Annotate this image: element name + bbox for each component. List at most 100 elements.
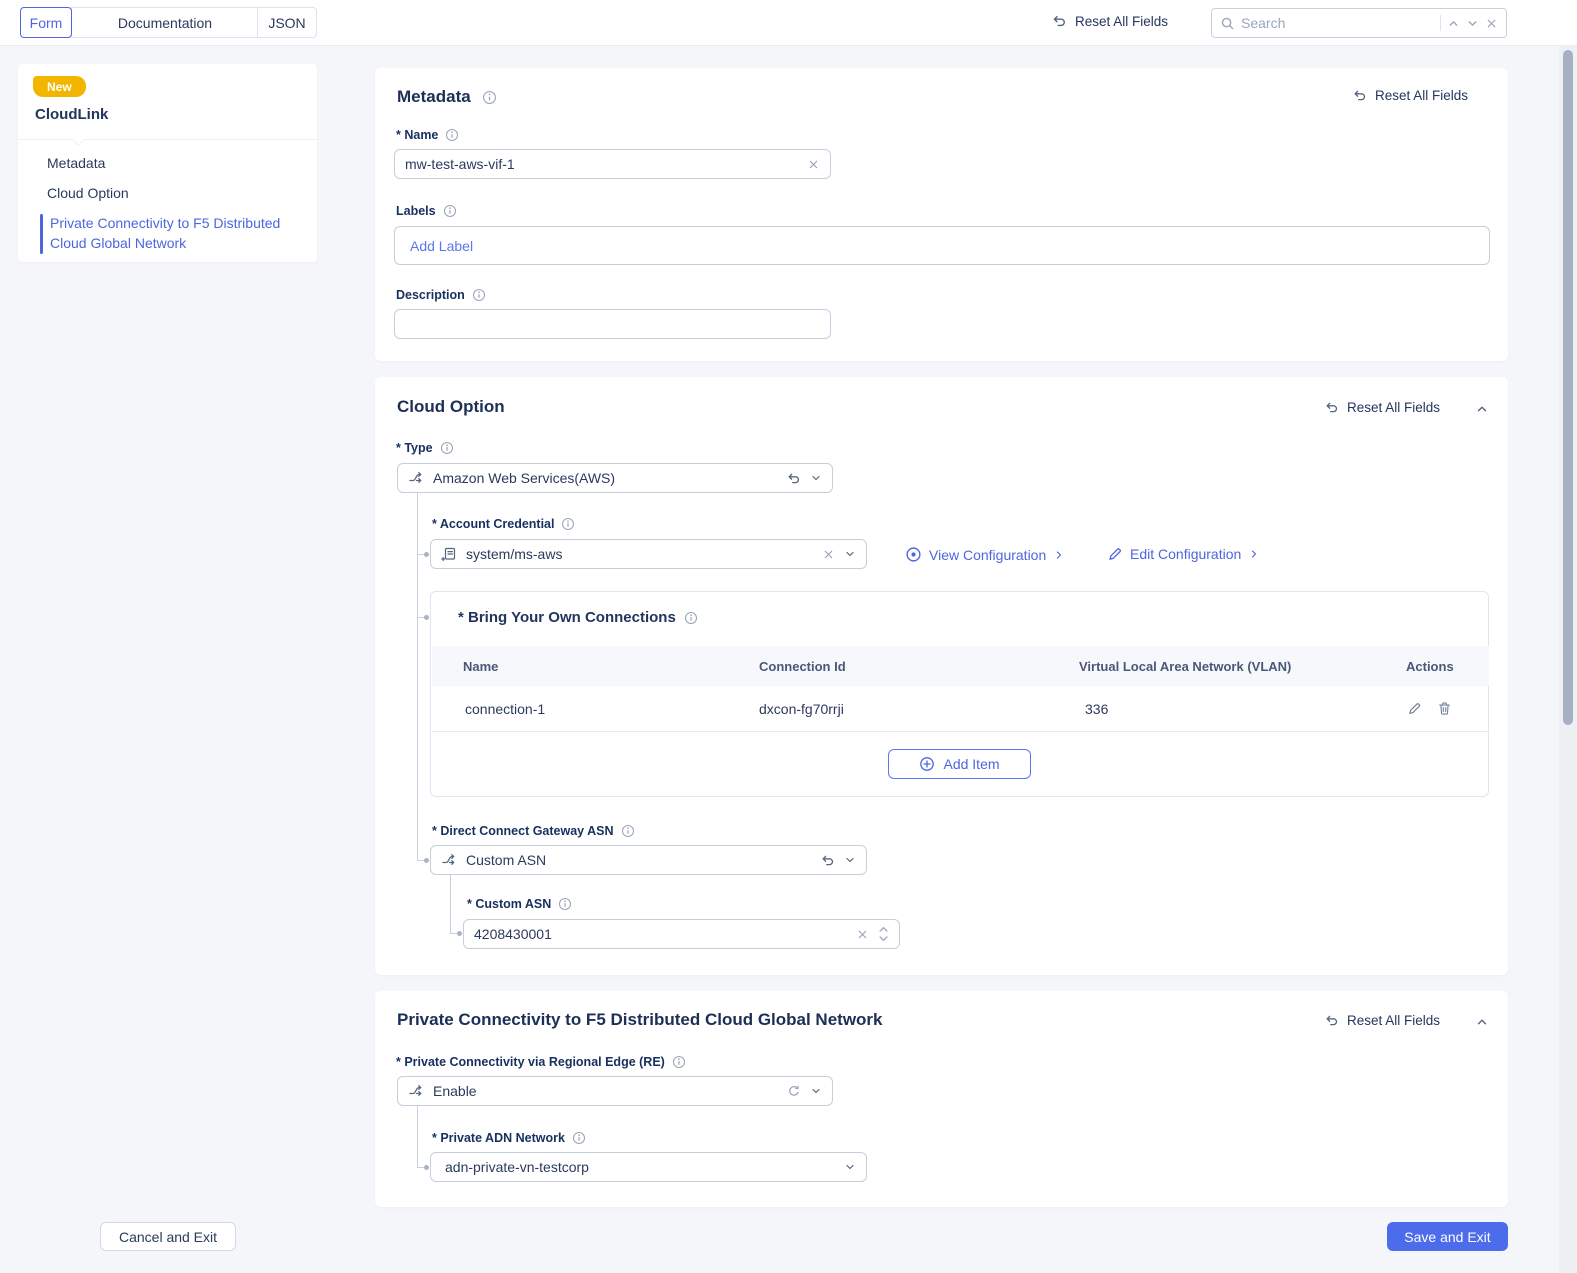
- account-credential-select[interactable]: system/ms-aws: [430, 539, 867, 569]
- form-nav-sidebar: New CloudLink Metadata Cloud Option Priv…: [18, 64, 317, 262]
- field-reset-undo-icon[interactable]: [786, 471, 801, 486]
- add-item-label: Add Item: [943, 756, 1000, 772]
- info-icon[interactable]: [482, 90, 497, 105]
- collapse-chevron-up-icon[interactable]: [1475, 1015, 1489, 1029]
- info-icon[interactable]: [558, 897, 572, 911]
- name-input[interactable]: [405, 156, 798, 172]
- sidebar-item-private-connectivity-label: Private Connectivity to F5 Distributed C…: [50, 215, 281, 251]
- info-icon[interactable]: [684, 611, 698, 625]
- cancel-and-exit-button[interactable]: Cancel and Exit: [100, 1222, 236, 1251]
- tab-json[interactable]: JSON: [257, 7, 317, 38]
- sidebar-item-metadata-label: Metadata: [47, 155, 106, 171]
- clear-icon[interactable]: [856, 928, 869, 941]
- clear-icon[interactable]: [807, 158, 820, 171]
- chevron-right-icon: [1053, 549, 1065, 561]
- dcgw-asn-select[interactable]: Custom ASN: [430, 845, 867, 875]
- description-input[interactable]: [405, 316, 820, 332]
- sidebar-item-cloud-option[interactable]: Cloud Option: [47, 185, 129, 201]
- chevron-down-icon[interactable]: [844, 1161, 856, 1173]
- byoc-title-text: * Bring Your Own Connections: [458, 609, 676, 626]
- name-label-text: * Name: [396, 128, 439, 142]
- add-item-button[interactable]: Add Item: [888, 749, 1031, 779]
- plus-circle-icon: [919, 756, 935, 772]
- column-header-name: Name: [463, 659, 499, 674]
- regional-edge-label: * Private Connectivity via Regional Edge…: [396, 1055, 686, 1069]
- delete-row-trash-icon[interactable]: [1437, 701, 1452, 716]
- name-field-label: * Name: [396, 128, 459, 142]
- private-connectivity-reset-label: Reset All Fields: [1347, 1013, 1441, 1028]
- number-stepper[interactable]: [878, 925, 889, 943]
- labels-input-area[interactable]: Add Label: [394, 226, 1490, 265]
- sidebar-item-cloud-option-label: Cloud Option: [47, 185, 129, 201]
- metadata-reset-all-fields[interactable]: Reset All Fields: [1352, 88, 1468, 103]
- byoc-table-header: Name Connection Id Virtual Local Area Ne…: [432, 646, 1489, 686]
- column-header-actions: Actions: [1406, 659, 1454, 674]
- adn-network-select[interactable]: adn-private-vn-testcorp: [430, 1152, 867, 1182]
- scrollbar-thumb[interactable]: [1563, 50, 1573, 725]
- metadata-section: Metadata Reset All Fields * Name Labels: [375, 68, 1508, 361]
- pencil-icon: [1107, 546, 1123, 562]
- new-badge-label: New: [47, 79, 72, 94]
- save-and-exit-button[interactable]: Save and Exit: [1387, 1222, 1508, 1251]
- sidebar-item-metadata[interactable]: Metadata: [47, 155, 105, 171]
- search-prev-chevron-up-icon[interactable]: [1447, 17, 1460, 30]
- search-next-chevron-down-icon[interactable]: [1466, 17, 1479, 30]
- private-connectivity-title: Private Connectivity to F5 Distributed C…: [397, 1010, 883, 1029]
- cloud-option-reset-label: Reset All Fields: [1347, 400, 1441, 415]
- view-configuration-link[interactable]: View Configuration: [905, 546, 1065, 563]
- type-select-value: Amazon Web Services(AWS): [433, 470, 616, 486]
- clear-icon[interactable]: [822, 548, 835, 561]
- chevron-right-icon: [1248, 548, 1260, 560]
- undo-icon: [1352, 88, 1367, 103]
- tab-documentation[interactable]: Documentation: [71, 7, 258, 38]
- info-icon[interactable]: [672, 1055, 686, 1069]
- info-icon[interactable]: [561, 517, 575, 531]
- chevron-down-icon[interactable]: [810, 1085, 822, 1097]
- chevron-down-icon[interactable]: [810, 472, 822, 484]
- description-field-label: Description: [396, 288, 486, 302]
- sidebar-active-indicator: [40, 214, 43, 254]
- cloud-option-reset-all-fields[interactable]: Reset All Fields: [1324, 400, 1440, 415]
- one-of-branch-icon: [408, 1083, 424, 1099]
- search-input[interactable]: [1241, 15, 1434, 31]
- info-icon[interactable]: [572, 1131, 586, 1145]
- cloudlink-form-page: Form Documentation JSON Reset All Fields: [0, 0, 1577, 1273]
- custom-asn-label: * Custom ASN: [467, 897, 572, 911]
- edit-configuration-link[interactable]: Edit Configuration: [1107, 546, 1260, 562]
- info-icon[interactable]: [440, 441, 454, 455]
- adn-network-value: adn-private-vn-testcorp: [445, 1159, 589, 1175]
- chevron-down-icon[interactable]: [844, 854, 856, 866]
- cell-connection-id: dxcon-fg70rrji: [759, 701, 844, 717]
- field-refresh-icon[interactable]: [787, 1084, 801, 1098]
- credential-reference-icon: [441, 546, 457, 562]
- tab-documentation-label: Documentation: [117, 14, 213, 31]
- collapse-chevron-up-icon[interactable]: [1475, 402, 1489, 416]
- adn-network-label-text: * Private ADN Network: [432, 1131, 565, 1145]
- regional-edge-label-text: * Private Connectivity via Regional Edge…: [396, 1055, 665, 1069]
- info-icon[interactable]: [621, 824, 635, 838]
- description-label-text: Description: [396, 288, 465, 302]
- sidebar-divider: [18, 139, 317, 140]
- custom-asn-input[interactable]: [474, 926, 847, 942]
- type-select[interactable]: Amazon Web Services(AWS): [397, 463, 833, 493]
- metadata-section-title: Metadata: [397, 87, 471, 106]
- tab-form[interactable]: Form: [20, 7, 72, 38]
- info-icon[interactable]: [445, 128, 459, 142]
- description-input-wrap: [394, 309, 831, 339]
- private-connectivity-reset-all-fields[interactable]: Reset All Fields: [1324, 1013, 1440, 1028]
- search-close-icon[interactable]: [1485, 17, 1498, 30]
- regional-edge-select[interactable]: Enable: [397, 1076, 833, 1106]
- reset-all-fields-top[interactable]: Reset All Fields: [1051, 13, 1168, 29]
- tree-connector-dot: [424, 858, 429, 863]
- sidebar-item-private-connectivity[interactable]: Private Connectivity to F5 Distributed C…: [50, 213, 302, 253]
- info-icon[interactable]: [443, 204, 457, 218]
- chevron-down-icon[interactable]: [844, 548, 856, 560]
- add-label-button[interactable]: Add Label: [410, 238, 473, 254]
- edit-row-pencil-icon[interactable]: [1407, 701, 1422, 716]
- account-credential-value: system/ms-aws: [466, 546, 563, 562]
- undo-icon: [1051, 13, 1067, 29]
- field-reset-undo-icon[interactable]: [820, 853, 835, 868]
- tab-form-label: Form: [29, 14, 63, 31]
- info-icon[interactable]: [472, 288, 486, 302]
- search-divider: [1440, 15, 1441, 31]
